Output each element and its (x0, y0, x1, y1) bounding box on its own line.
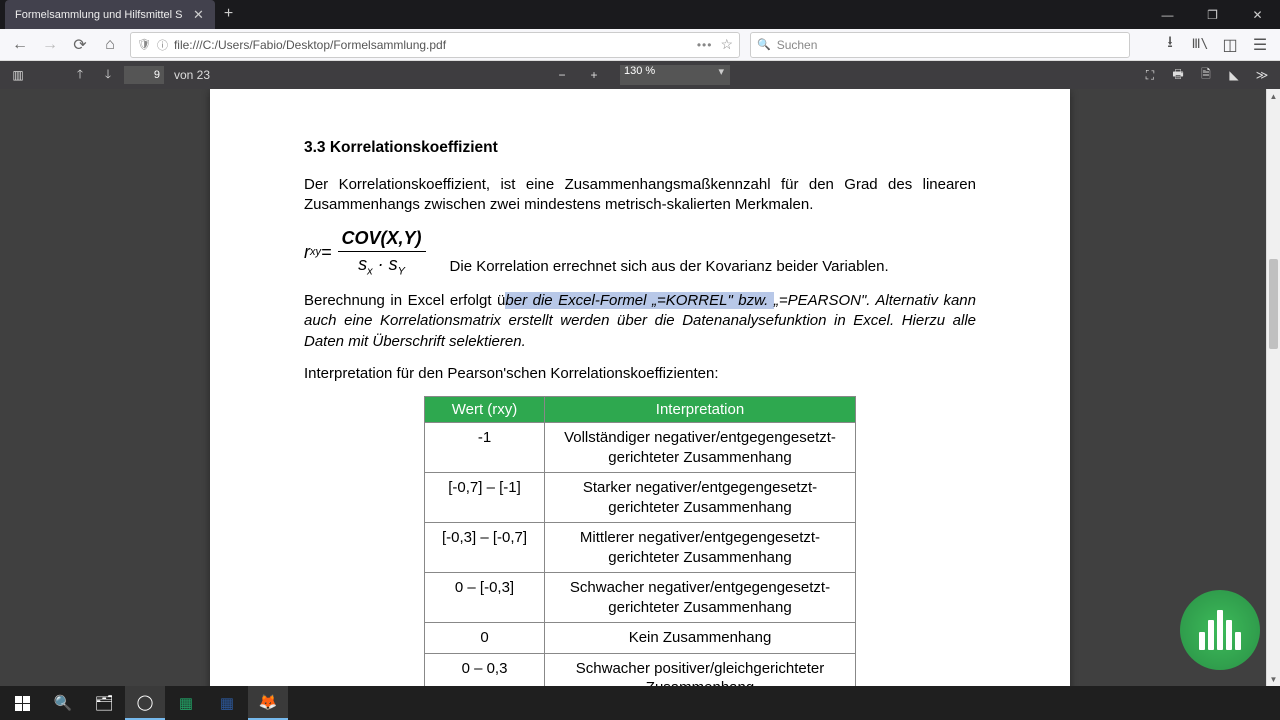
library-icon[interactable]: Ⅲ\ (1186, 31, 1214, 59)
taskbar-app[interactable]: 🗂 (84, 686, 124, 720)
watermark-badge (1180, 590, 1260, 670)
scroll-thumb[interactable] (1269, 259, 1278, 349)
page-down-icon[interactable]: 🡓 (96, 63, 120, 87)
page-total-label: von 23 (174, 68, 210, 82)
back-button[interactable]: ← (6, 31, 34, 59)
tools-icon[interactable]: ≫ (1250, 63, 1274, 87)
taskbar-app-excel[interactable]: ▦ (166, 686, 206, 720)
zoom-in-icon[interactable]: + (582, 63, 606, 87)
table-header: Interpretation (545, 397, 856, 423)
close-window-button[interactable]: ✕ (1235, 0, 1280, 29)
table-row: [-0,7] – [-1]Starker negativer/entgegeng… (425, 473, 856, 523)
new-tab-button[interactable]: + (215, 0, 243, 28)
section-heading: 3.3 Korrelationskoeffizient (304, 139, 976, 157)
table-row: 0 – 0,3Schwacher positiver/gleichgericht… (425, 653, 856, 686)
chart-icon (1199, 610, 1241, 650)
taskbar-app-word[interactable]: ▦ (207, 686, 247, 720)
url-toolbar: ← → ⟳ ⌂ 🛡 ⓘ file:///C:/Users/Fabio/Deskt… (0, 29, 1280, 61)
bookmark-star-icon[interactable]: ☆ (720, 36, 733, 53)
sidebar-toggle-icon[interactable]: ▥ (6, 63, 30, 87)
search-placeholder: Suchen (777, 38, 818, 52)
search-field[interactable]: 🔍 Suchen (750, 32, 1130, 58)
pdf-viewport[interactable]: 3.3 Korrelationskoeffizient Der Korrelat… (0, 89, 1280, 686)
page-actions-icon[interactable]: ••• (697, 38, 713, 52)
presentation-icon[interactable]: ⛶ (1138, 63, 1162, 87)
download-icon[interactable]: 🗎 (1194, 63, 1218, 87)
window-controls: — ❐ ✕ (1145, 0, 1280, 29)
paragraph: Der Korrelationskoeffizient, ist eine Zu… (304, 175, 976, 216)
pdf-page: 3.3 Korrelationskoeffizient Der Korrelat… (210, 89, 1070, 686)
search-icon: 🔍 (757, 38, 771, 51)
shield-icon: 🛡 (137, 38, 151, 51)
downloads-icon[interactable]: ⭳ (1156, 31, 1184, 59)
page-number-input[interactable] (124, 66, 164, 84)
url-field[interactable]: 🛡 ⓘ file:///C:/Users/Fabio/Desktop/Forme… (130, 32, 740, 58)
table-header: Wert (rxy) (425, 397, 545, 423)
taskbar-app-firefox[interactable]: 🦊 (248, 686, 288, 720)
start-button[interactable] (2, 686, 42, 720)
search-button[interactable]: 🔍 (43, 686, 83, 720)
reload-button[interactable]: ⟳ (66, 31, 94, 59)
window-titlebar: Formelsammlung und Hilfsmittel S ✕ + — ❐… (0, 0, 1280, 29)
scroll-down-icon[interactable]: ▼ (1267, 672, 1280, 686)
zoom-select[interactable]: 130 % (620, 65, 730, 85)
url-text: file:///C:/Users/Fabio/Desktop/Formelsam… (174, 38, 697, 52)
info-icon: ⓘ (157, 37, 168, 53)
tab-title: Formelsammlung und Hilfsmittel S (15, 9, 183, 21)
formula: rxy = COV(X,Y) sx · sY (304, 228, 426, 278)
table-header-row: Wert (rxy) Interpretation (425, 397, 856, 423)
table-row: [-0,3] – [-0,7]Mittlerer negativer/entge… (425, 523, 856, 573)
interpretation-table: Wert (rxy) Interpretation -1Vollständige… (424, 396, 856, 686)
browser-tab[interactable]: Formelsammlung und Hilfsmittel S ✕ (5, 0, 215, 29)
paragraph: Berechnung in Excel erfolgt über die Exc… (304, 291, 976, 352)
page-up-icon[interactable]: 🡑 (68, 63, 92, 87)
forward-button[interactable]: → (36, 31, 64, 59)
menu-icon[interactable]: ☰ (1246, 31, 1274, 59)
home-button[interactable]: ⌂ (96, 31, 124, 59)
paragraph: Interpretation für den Pearson'schen Kor… (304, 364, 976, 384)
table-row: 0 – [-0,3]Schwacher negativer/entgegenge… (425, 573, 856, 623)
scroll-up-icon[interactable]: ▲ (1267, 89, 1280, 103)
vertical-scrollbar[interactable]: ▲ ▼ (1266, 89, 1280, 686)
sidebar-icon[interactable]: ◫ (1216, 31, 1244, 59)
table-row: 0Kein Zusammenhang (425, 623, 856, 654)
formula-row: rxy = COV(X,Y) sx · sY Die Korrelation e… (304, 228, 976, 278)
pdf-toolbar: ▥ 🡑 🡓 von 23 − + 130 % ⛶ 🖶 🗎 ◣ ≫ (0, 61, 1280, 89)
maximize-button[interactable]: ❐ (1190, 0, 1235, 29)
formula-caption: Die Korrelation errechnet sich aus der K… (450, 258, 889, 277)
print-icon[interactable]: 🖶 (1166, 63, 1190, 87)
highlighted-text: ber die Excel-Formel „=KORREL" bzw. (505, 292, 773, 309)
zoom-out-icon[interactable]: − (550, 63, 574, 87)
bookmark-icon[interactable]: ◣ (1222, 63, 1246, 87)
taskbar-app-obs[interactable]: ◯ (125, 686, 165, 720)
zoom-controls: − + 130 % (550, 63, 730, 87)
table-row: -1Vollständiger negativer/entgegengesetz… (425, 423, 856, 473)
minimize-button[interactable]: — (1145, 0, 1190, 29)
windows-taskbar: 🔍 🗂 ◯ ▦ ▦ 🦊 (0, 686, 1280, 720)
close-tab-icon[interactable]: ✕ (191, 7, 207, 23)
